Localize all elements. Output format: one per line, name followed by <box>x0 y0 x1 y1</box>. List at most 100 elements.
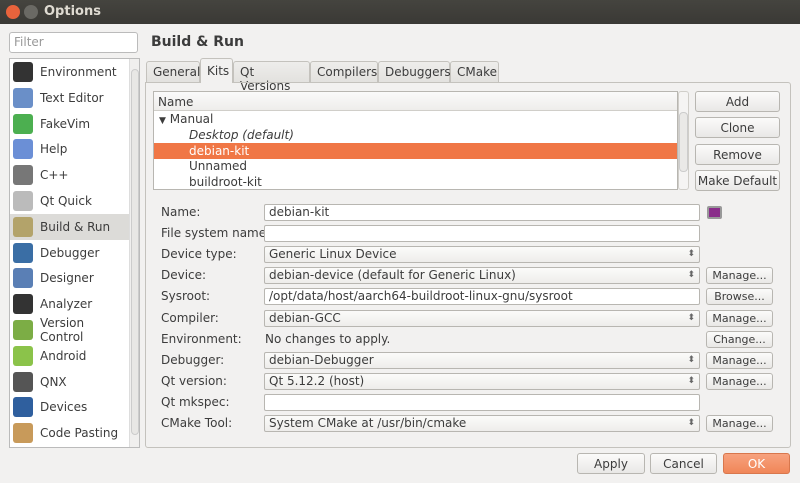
field-action-button[interactable]: Manage... <box>706 267 773 285</box>
group-label: Manual <box>169 112 214 126</box>
sidebar-item[interactable]: Qt Quick <box>10 188 129 214</box>
sidebar-item[interactable]: Code Pasting <box>10 420 129 446</box>
kit-button[interactable]: Make Default <box>695 170 780 191</box>
designer-icon <box>13 268 33 289</box>
help-icon <box>13 139 33 160</box>
field-label: Qt version: <box>161 373 227 388</box>
sidebar-item-label: Help <box>40 142 68 157</box>
device-monitor-icon[interactable] <box>707 206 722 219</box>
cancel-button[interactable]: Cancel <box>650 453 717 474</box>
close-icon[interactable] <box>6 5 20 19</box>
tab[interactable]: CMake <box>450 61 499 83</box>
debugger-icon <box>13 242 33 263</box>
sidebar-item-label: C++ <box>40 168 69 183</box>
field-combo[interactable]: Generic Linux Device <box>264 246 700 264</box>
sidebar-item[interactable]: Designer <box>10 265 129 291</box>
sidebar-item[interactable]: Text Editor <box>10 85 129 111</box>
kit-button[interactable]: Clone <box>695 117 780 138</box>
sidebar-item-label: Text Editor <box>40 90 104 105</box>
tree-group[interactable]: ▼ Manual <box>154 111 677 127</box>
sidebar-item-label: Designer <box>40 271 94 286</box>
monitor-icon <box>13 62 33 82</box>
expand-arrow-icon[interactable]: ▼ <box>159 116 166 126</box>
tree-scrollbar[interactable] <box>678 91 689 190</box>
sidebar-item-label: Analyzer <box>40 297 93 312</box>
field-combo[interactable]: debian-device (default for Generic Linux… <box>264 267 700 285</box>
kits-tree: Name ▼ Manual Desktop (default) debian-ki… <box>153 91 678 190</box>
tab[interactable]: General <box>146 61 200 83</box>
tab[interactable]: Debuggers <box>378 61 451 83</box>
field-input[interactable] <box>264 393 700 411</box>
sidebar-item[interactable]: Help <box>10 136 129 162</box>
sidebar-scrollbar[interactable] <box>129 59 139 447</box>
field-label: Name: <box>161 205 201 219</box>
field-label: File system name: <box>161 226 271 241</box>
field-combo[interactable]: Qt 5.12.2 (host) <box>264 372 700 390</box>
sidebar-item-label: Android <box>40 348 87 363</box>
environment-text: No changes to apply. <box>265 331 391 346</box>
field-action-button[interactable]: Change... <box>706 330 773 348</box>
sidebar-item[interactable]: FakeVim <box>10 111 129 137</box>
field-combo[interactable]: System CMake at /usr/bin/cmake <box>264 415 700 432</box>
apply-button[interactable]: Apply <box>577 453 645 474</box>
field-label: CMake Tool: <box>161 416 233 430</box>
tree-header[interactable]: Name <box>154 92 677 111</box>
sidebar-item-label: Debugger <box>40 245 100 260</box>
field-label: Device: <box>161 268 207 283</box>
field-action-button[interactable]: Manage... <box>706 415 773 432</box>
sidebar-item[interactable]: Android <box>10 343 129 369</box>
sidebar-item[interactable]: Debugger <box>10 240 129 266</box>
minimize-icon[interactable] <box>24 5 38 19</box>
field-label: Compiler: <box>161 310 219 325</box>
sidebar-item-label: QNX <box>40 374 67 389</box>
sidebar-item-label: Environment <box>40 65 117 79</box>
field-input[interactable]: /opt/data/host/aarch64-buildroot-linux-g… <box>264 288 700 306</box>
window-title: Options <box>44 4 101 19</box>
kit-row[interactable]: Desktop (default) <box>154 127 677 143</box>
kit-button[interactable]: Add <box>695 91 780 112</box>
sidebar-item-label: FakeVim <box>40 116 91 131</box>
sidebar-item[interactable]: Version Control <box>10 316 129 344</box>
sidebar-item[interactable]: Environment <box>10 59 129 85</box>
field-input[interactable]: debian-kit <box>264 204 700 221</box>
field-label: Environment: <box>161 331 242 346</box>
version-control-icon <box>13 320 33 340</box>
field-action-button[interactable]: Browse... <box>706 288 773 306</box>
field-combo[interactable]: debian-Debugger <box>264 351 700 369</box>
tab[interactable]: Compilers <box>310 61 378 83</box>
field-combo[interactable]: debian-GCC <box>264 309 700 327</box>
category-list: Environment Text Editor FakeVim Help C++ Qt Q… <box>9 58 140 448</box>
sidebar-item[interactable]: Build & Run <box>10 213 129 240</box>
sidebar-item[interactable]: Analyzer <box>10 291 129 317</box>
kit-button[interactable]: Remove <box>695 144 780 165</box>
build-run-icon <box>13 216 33 237</box>
page-title: Build & Run <box>151 34 244 50</box>
field-label: Qt mkspec: <box>161 394 230 409</box>
kit-row[interactable]: debian-kit <box>154 142 677 159</box>
qnx-icon <box>13 371 33 392</box>
sidebar-item-label: Code Pasting <box>40 426 119 441</box>
sidebar-item[interactable]: C++ <box>10 162 129 188</box>
field-action-button[interactable]: Manage... <box>706 351 773 369</box>
android-icon <box>13 345 33 366</box>
field-label: Sysroot: <box>161 289 211 304</box>
filter-input[interactable]: Filter <box>9 32 138 53</box>
ok-button[interactable]: OK <box>723 453 790 474</box>
braces-icon <box>13 165 33 186</box>
code-pasting-icon <box>13 423 33 444</box>
field-input[interactable] <box>264 225 700 243</box>
sidebar-item[interactable]: Devices <box>10 394 129 420</box>
sidebar-item-label: Version Control <box>40 316 85 344</box>
kit-row[interactable]: buildroot-kit <box>154 174 677 190</box>
field-action-button[interactable]: Manage... <box>706 309 773 327</box>
analyzer-icon <box>13 294 33 315</box>
fakevim-icon <box>13 113 33 134</box>
field-action-button[interactable]: Manage... <box>706 372 773 390</box>
kit-row[interactable]: Unnamed <box>154 158 677 174</box>
devices-icon <box>13 397 33 418</box>
tab[interactable]: Kits <box>200 58 233 83</box>
sidebar-item-label: Devices <box>40 400 88 415</box>
sidebar-item-label: Build & Run <box>40 219 111 234</box>
tab[interactable]: Qt Versions <box>233 61 310 93</box>
sidebar-item[interactable]: QNX <box>10 369 129 395</box>
